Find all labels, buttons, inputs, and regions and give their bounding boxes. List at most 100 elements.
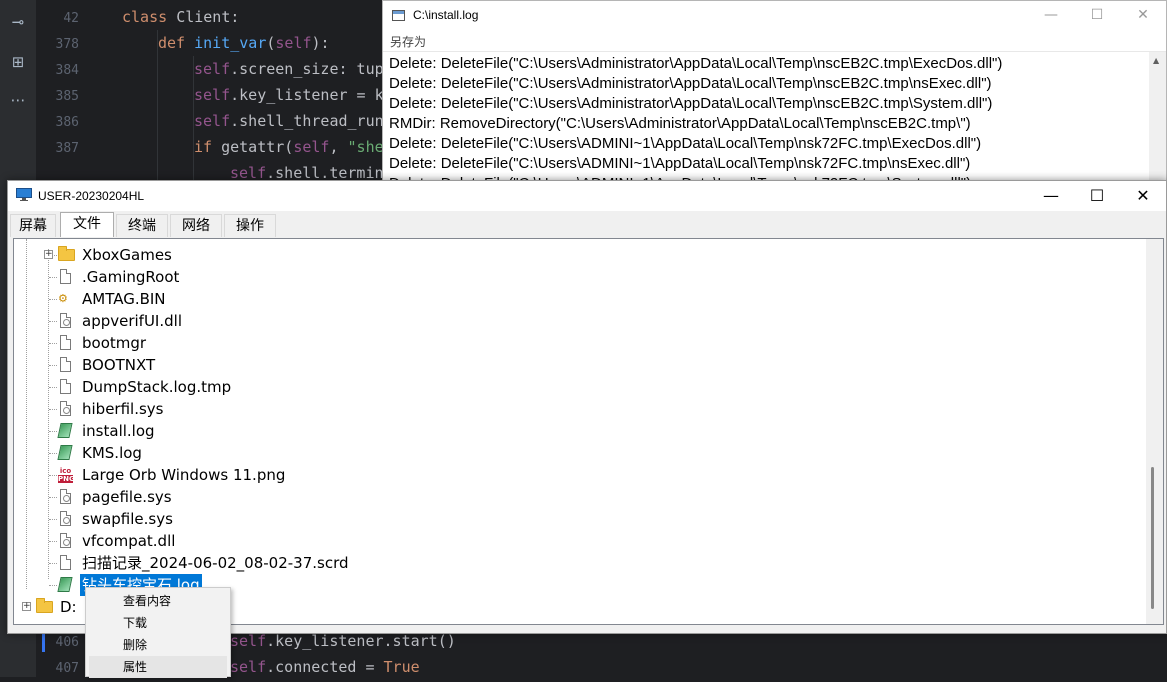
structure-icon[interactable]: ⊞	[8, 52, 28, 72]
maximize-icon[interactable]: ☐	[1074, 1, 1120, 31]
tree-item-label: D:	[60, 598, 77, 616]
system-file-icon	[60, 511, 71, 526]
code-token: def	[158, 34, 195, 52]
minimize-icon[interactable]: —	[1028, 1, 1074, 31]
system-file-icon	[60, 533, 71, 548]
code-token: ):	[311, 34, 330, 52]
expand-icon[interactable]: +	[22, 602, 31, 611]
window-app-icon	[392, 10, 405, 21]
code-token: True	[383, 658, 420, 676]
text-file-icon	[60, 379, 71, 394]
code-line[interactable]: 387 if getattr(self, "she	[37, 134, 384, 160]
tree-scrollbar-thumb[interactable]	[1151, 467, 1154, 609]
tree-item-label: appverifUI.dll	[82, 312, 182, 330]
line-number: 407	[55, 661, 79, 676]
tree-item-label: 扫描记录_2024-06-02_08-02-37.scrd	[82, 554, 349, 572]
tree-item-label: KMS.log	[82, 444, 142, 462]
code-token: self	[230, 658, 267, 676]
more-icon[interactable]: ⋯	[8, 90, 28, 110]
main-window-titlebar[interactable]: USER-20230204HL — ☐ ✕	[8, 181, 1166, 211]
minimize-button[interactable]: —	[1028, 181, 1074, 211]
folder-icon	[58, 246, 75, 261]
code-token: class	[122, 8, 177, 26]
code-token: .screen_size: tup	[230, 60, 384, 78]
file-icon	[60, 357, 71, 372]
scroll-up-arrow-icon[interactable]: ▲	[1153, 56, 1159, 65]
line-number: 384	[55, 63, 79, 78]
tab-screen[interactable]: 屏幕	[10, 214, 56, 237]
log-file-icon	[57, 577, 73, 592]
system-file-icon	[60, 313, 71, 328]
tab-network[interactable]: 网络	[170, 214, 222, 237]
tree-item-label: bootmgr	[82, 334, 147, 352]
code-token: init_var	[194, 34, 267, 52]
code-token: .key_listener = k	[230, 86, 384, 104]
log-window-menubar: 另存为	[383, 31, 1166, 52]
line-number: 387	[55, 141, 79, 156]
view-content-menu-item[interactable]: 查看内容	[89, 590, 227, 612]
tab-operations[interactable]: 操作	[224, 214, 276, 237]
tree-item-label: hiberfil.sys	[82, 400, 164, 418]
code-token: .shell_thread_run	[230, 112, 384, 130]
file-tree[interactable]: XboxGames + .GamingRoot ⚙ AMTAG.BIN appverifU…	[13, 238, 1164, 625]
commit-icon[interactable]: ⊸	[8, 12, 28, 32]
code-token: self	[194, 60, 231, 78]
log-line: Delete: DeleteFile("C:\Users\Administrat…	[389, 55, 1003, 72]
code-token: .key_listener.start()	[266, 632, 456, 650]
download-menu-item[interactable]: 下载	[89, 612, 227, 634]
tab-terminal[interactable]: 终端	[116, 214, 168, 237]
close-icon[interactable]: ✕	[1120, 1, 1166, 31]
tree-item-label: vfcompat.dll	[82, 532, 176, 550]
code-line[interactable]: 42 class Client:	[37, 4, 239, 30]
close-button[interactable]: ✕	[1120, 181, 1166, 211]
delete-menu-item[interactable]: 删除	[89, 634, 227, 656]
code-line[interactable]: 386 self.shell_thread_run	[37, 108, 384, 134]
tree-scrollbar[interactable]	[1146, 239, 1163, 624]
tree-item-label: XboxGames	[82, 246, 172, 264]
code-token: .connected =	[266, 658, 384, 676]
tree-item-label: DumpStack.log.tmp	[82, 378, 232, 396]
code-line[interactable]: 385 self.key_listener = k	[37, 82, 384, 108]
tree-item-label: pagefile.sys	[82, 488, 172, 506]
code-token: ,	[329, 138, 348, 156]
properties-menu-item[interactable]: 属性	[89, 656, 227, 678]
tab-files[interactable]: 文件	[60, 212, 114, 237]
maximize-button[interactable]: ☐	[1074, 181, 1120, 211]
log-line: Delete: DeleteFile("C:\Users\Administrat…	[389, 75, 992, 92]
code-token: self	[194, 86, 231, 104]
bin-file-icon: ⚙	[58, 292, 68, 305]
log-line: RMDir: RemoveDirectory("C:\Users\Adminis…	[389, 115, 971, 132]
monitor-icon	[16, 188, 32, 201]
tree-item-label: BOOTNXT	[82, 356, 156, 374]
code-token: self	[194, 112, 231, 130]
system-file-icon	[60, 489, 71, 504]
main-window-title: USER-20230204HL	[38, 189, 145, 203]
tree-item-label: Large Orb Windows 11.png	[82, 466, 286, 484]
file-icon	[60, 269, 71, 284]
log-line: Delete: DeleteFile("C:\Users\ADMINI~1\Ap…	[389, 155, 971, 172]
log-window-titlebar[interactable]: C:\install.log — ☐ ✕	[383, 1, 1166, 31]
tree-item-label: swapfile.sys	[82, 510, 173, 528]
log-window-title: C:\install.log	[413, 8, 479, 22]
tree-item-label: AMTAG.BIN	[82, 290, 166, 308]
save-as-menu-item[interactable]: 另存为	[390, 33, 426, 50]
line-number: 378	[55, 37, 79, 52]
code-line[interactable]: 378 def init_var(self):	[37, 30, 330, 56]
code-token: Client:	[176, 8, 240, 26]
tree-item-label: .GamingRoot	[82, 268, 180, 286]
tree-item-label: install.log	[82, 422, 155, 440]
folder-icon	[36, 598, 53, 613]
file-manager-window: USER-20230204HL — ☐ ✕ 屏幕 文件 终端 网络 操作 Xbo…	[7, 180, 1167, 634]
line-number: 42	[63, 11, 79, 26]
line-number: 386	[55, 115, 79, 130]
code-token: if	[194, 138, 222, 156]
system-file-icon	[60, 401, 71, 416]
file-icon	[60, 335, 71, 350]
line-number: 385	[55, 89, 79, 104]
code-line[interactable]: 384 self.screen_size: tup	[37, 56, 384, 82]
code-token: "she	[347, 138, 384, 156]
log-file-icon	[57, 445, 73, 460]
expand-icon[interactable]: +	[44, 250, 53, 259]
tab-bar: 屏幕 文件 终端 网络 操作	[8, 211, 1166, 237]
code-token: getattr(	[221, 138, 294, 156]
